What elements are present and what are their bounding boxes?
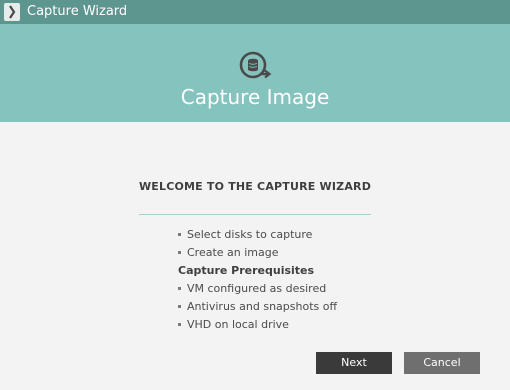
bullet-icon: [178, 250, 181, 254]
next-button[interactable]: Next: [316, 352, 392, 374]
hero-banner: Capture Image: [0, 24, 510, 122]
prerequisites-heading: Capture Prerequisites: [178, 264, 315, 277]
wizard-content: WELCOME TO THE CAPTURE WIZARD Select dis…: [0, 122, 510, 390]
list-item: VHD on local drive: [178, 316, 337, 334]
cancel-button[interactable]: Cancel: [404, 352, 480, 374]
bullet-icon: [178, 304, 181, 308]
list-item: Create an image: [178, 244, 337, 262]
capture-wizard-window: Capture Wizard Capture Image WELCOME TO …: [0, 0, 510, 390]
prerequisite-label: Antivirus and snapshots off: [187, 300, 338, 313]
prerequisite-label: VM configured as desired: [187, 282, 327, 295]
capture-disk-icon: [238, 51, 272, 83]
window-title: Capture Wizard: [27, 4, 128, 19]
step-label: Create an image: [187, 246, 279, 259]
list-item: VM configured as desired: [178, 280, 337, 298]
bullet-icon: [178, 322, 181, 326]
wizard-app-icon: [4, 3, 20, 21]
prerequisite-label: VHD on local drive: [187, 318, 289, 331]
info-list: Select disks to capture Create an image …: [178, 226, 337, 334]
bullet-icon: [178, 232, 181, 236]
divider: [139, 214, 371, 215]
page-title: Capture Image: [180, 85, 330, 109]
title-bar: Capture Wizard: [0, 0, 510, 24]
list-item: Antivirus and snapshots off: [178, 298, 337, 316]
bullet-icon: [178, 286, 181, 290]
welcome-heading: WELCOME TO THE CAPTURE WIZARD: [138, 180, 372, 193]
step-label: Select disks to capture: [187, 228, 313, 241]
list-item: Select disks to capture: [178, 226, 337, 244]
